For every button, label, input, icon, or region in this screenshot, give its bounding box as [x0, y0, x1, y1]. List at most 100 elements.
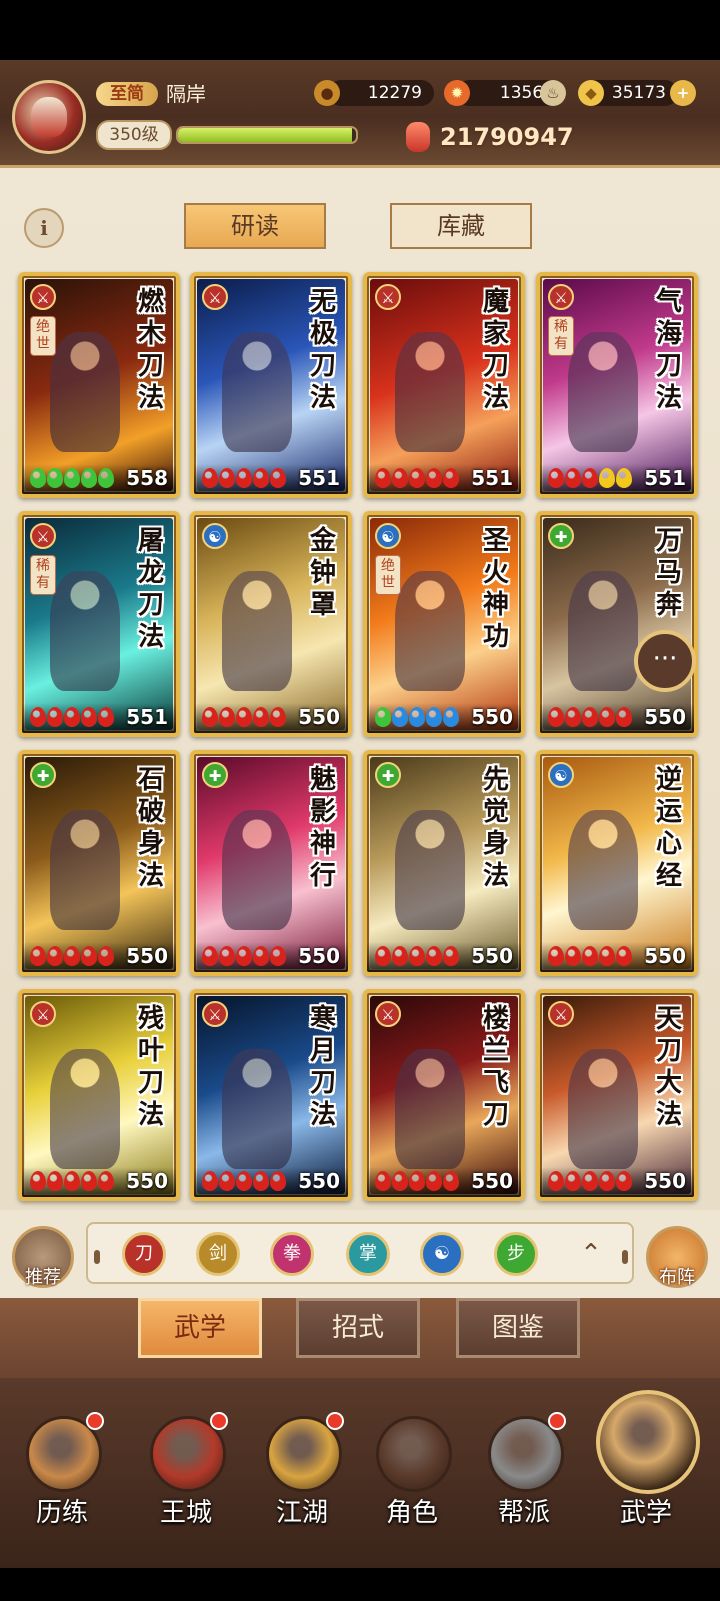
card-title: 无极刀法 [309, 287, 336, 413]
subtab-martial-arts[interactable]: 武学 [138, 1298, 262, 1358]
rarity-tag: 稀有 [30, 555, 56, 595]
card-title: 楼兰飞刀 [482, 1004, 509, 1130]
expand-up-icon[interactable]: ⌃ [573, 1236, 609, 1272]
magatama-icon [47, 468, 63, 488]
magatama-icon [64, 946, 80, 966]
star-rating [375, 946, 460, 966]
blade-type-icon: ⚔ [30, 1001, 56, 1027]
magatama-icon [599, 707, 615, 727]
nav-item[interactable]: 帮派 [474, 1400, 574, 1540]
blade-filter-icon[interactable]: 刀 [122, 1232, 166, 1276]
character-figure [50, 332, 120, 452]
skill-card[interactable]: ✚ 万马奔 550 [536, 511, 698, 737]
magatama-icon [202, 707, 218, 727]
skill-card[interactable]: ✚ 先觉身法 550 [363, 750, 525, 976]
character-figure [222, 1049, 292, 1169]
skill-card[interactable]: ⚔ 楼兰飞刀 550 [363, 989, 525, 1201]
tab-storage[interactable]: 库藏 [390, 203, 532, 249]
card-title: 魅影神行 [309, 765, 336, 891]
magatama-icon [426, 946, 442, 966]
magatama-icon [409, 946, 425, 966]
star-rating [202, 946, 287, 966]
nav-item[interactable]: 武学 [596, 1390, 700, 1540]
copper-counter[interactable]: 12279 [328, 80, 434, 106]
palm-filter-icon[interactable]: 掌 [346, 1232, 390, 1276]
nav-item[interactable]: 江湖 [252, 1400, 352, 1540]
character-figure [568, 1049, 638, 1169]
skill-card[interactable]: ☯ 逆运心经 550 [536, 750, 698, 976]
magatama-icon [64, 1171, 80, 1191]
magatama-icon [47, 946, 63, 966]
info-button[interactable]: i [24, 208, 64, 248]
nav-item[interactable]: 角色 [362, 1400, 462, 1540]
skill-card[interactable]: ⚔ 绝世 燃木刀法 558 [18, 272, 180, 498]
movement-filter-icon[interactable]: 步 [494, 1232, 538, 1276]
star-rating [202, 1171, 287, 1191]
skill-card[interactable]: ☯ 金钟罩 550 [190, 511, 352, 737]
magatama-icon [98, 707, 114, 727]
formation-button[interactable]: 布阵 [646, 1226, 708, 1288]
magatama-icon [582, 468, 598, 488]
fist-filter-icon[interactable]: 拳 [270, 1232, 314, 1276]
card-title: 金钟罩 [309, 526, 336, 620]
nav-item[interactable]: 王城 [136, 1400, 236, 1540]
inner-type-icon: ☯ [375, 523, 401, 549]
skill-card[interactable]: ⚔ 稀有 屠龙刀法 551 [18, 511, 180, 737]
magatama-icon [98, 468, 114, 488]
card-title: 万马奔 [655, 526, 682, 620]
magatama-icon [253, 1171, 269, 1191]
card-title: 气海刀法 [655, 287, 682, 413]
rarity-tag: 绝世 [375, 555, 401, 595]
magatama-icon [30, 468, 46, 488]
magatama-icon [443, 707, 459, 727]
magatama-icon [375, 1171, 391, 1191]
nav-item[interactable]: 历练 [12, 1400, 112, 1540]
skill-card[interactable]: ✚ 魅影神行 550 [190, 750, 352, 976]
skill-card[interactable]: ⚔ 魔家刀法 551 [363, 272, 525, 498]
skill-card[interactable]: ⚔ 无极刀法 551 [190, 272, 352, 498]
gold-pot-icon: ♨ [540, 80, 566, 106]
player-name: 隔岸 [166, 82, 206, 106]
magatama-icon [548, 946, 564, 966]
magatama-icon [582, 946, 598, 966]
magatama-icon [616, 468, 632, 488]
magatama-icon [375, 468, 391, 488]
nav-label: 武学 [619, 1498, 672, 1528]
card-title: 寒月刀法 [309, 1004, 336, 1130]
subtab-codex[interactable]: 图鉴 [456, 1298, 580, 1358]
recommend-button[interactable]: 推荐 [12, 1226, 74, 1288]
player-avatar[interactable] [12, 80, 86, 154]
card-level: 550 [471, 705, 513, 729]
add-gold-icon[interactable]: + [670, 80, 696, 106]
skill-card[interactable]: ⚔ 稀有 气海刀法 551 [536, 272, 698, 498]
skill-card[interactable]: ⚔ 残叶刀法 550 [18, 989, 180, 1201]
magatama-icon [270, 707, 286, 727]
movement-type-icon: ✚ [30, 762, 56, 788]
magatama-icon [81, 946, 97, 966]
chat-icon[interactable]: ··· [634, 630, 696, 692]
magatama-icon [219, 707, 235, 727]
tab-study[interactable]: 研读 [184, 203, 326, 249]
magatama-icon [548, 468, 564, 488]
star-rating [30, 1171, 115, 1191]
skill-card[interactable]: ✚ 石破身法 550 [18, 750, 180, 976]
top-bar [0, 60, 720, 168]
magatama-icon [392, 707, 408, 727]
skill-card[interactable]: ☯ 绝世 圣火神功 550 [363, 511, 525, 737]
magatama-icon [426, 468, 442, 488]
magatama-icon [375, 946, 391, 966]
skill-card[interactable]: ⚔ 寒月刀法 550 [190, 989, 352, 1201]
magatama-icon [81, 707, 97, 727]
sword-filter-icon[interactable]: 剑 [196, 1232, 240, 1276]
magatama-icon [98, 946, 114, 966]
subtab-moves[interactable]: 招式 [296, 1298, 420, 1358]
magatama-icon [270, 468, 286, 488]
card-title: 魔家刀法 [482, 287, 509, 413]
inner-filter-icon[interactable]: ☯ [420, 1232, 464, 1276]
magatama-icon [409, 1171, 425, 1191]
movement-type-icon: ✚ [375, 762, 401, 788]
nav-icon [376, 1416, 452, 1492]
skill-card[interactable]: ⚔ 天刀大法 550 [536, 989, 698, 1201]
star-rating [548, 1171, 633, 1191]
avatar-mask-icon [31, 97, 67, 137]
